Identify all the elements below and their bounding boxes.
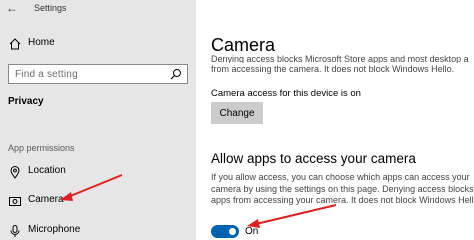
title-bar: ← Settings: [0, 0, 196, 18]
toggle-state-label: On: [245, 226, 259, 237]
search-placeholder: Find a setting: [15, 69, 78, 80]
description-line: If you allow access, you can choose whic…: [211, 172, 470, 182]
content-pane: Camera Denying access blocks Microsoft S…: [196, 0, 474, 240]
scrolled-text: Denying access blocks Microsoft Store ap…: [211, 54, 469, 63]
nav-home[interactable]: Home: [0, 33, 196, 55]
description-line: apps from accessing your camera. It does…: [211, 195, 474, 205]
nav-camera-label: Camera: [28, 194, 64, 205]
allow-apps-heading: Allow apps to access your camera: [211, 151, 416, 166]
toggle-knob: [229, 228, 236, 235]
device-access-status: Camera access for this device is on: [211, 88, 361, 99]
search-input[interactable]: Find a setting: [8, 64, 188, 84]
nav-location-label: Location: [28, 165, 66, 176]
camera-icon: [9, 197, 21, 206]
description-line: camera by using the settings on this pag…: [211, 183, 474, 194]
nav-microphone[interactable]: Microphone: [0, 220, 196, 240]
microphone-icon: [10, 225, 20, 237]
home-icon: [9, 38, 21, 50]
change-button[interactable]: Change: [211, 102, 263, 124]
nav-location[interactable]: Location: [0, 161, 196, 183]
group-label: App permissions: [8, 143, 75, 153]
app-title: Settings: [34, 3, 67, 13]
navigation-pane: ← Settings Home Find a setting Privacy A…: [0, 0, 196, 240]
allow-apps-toggle[interactable]: [211, 225, 239, 238]
intro-text: from accessing the camera. It does not b…: [211, 64, 455, 74]
allow-apps-description: If you allow access, you can choose whic…: [211, 172, 474, 207]
nav-microphone-label: Microphone: [28, 224, 81, 235]
back-arrow-icon[interactable]: ←: [6, 1, 18, 15]
search-icon[interactable]: [170, 68, 182, 80]
nav-camera[interactable]: Camera: [0, 190, 196, 212]
location-icon: [10, 166, 20, 179]
section-title: Privacy: [8, 96, 44, 107]
nav-home-label: Home: [28, 37, 55, 48]
